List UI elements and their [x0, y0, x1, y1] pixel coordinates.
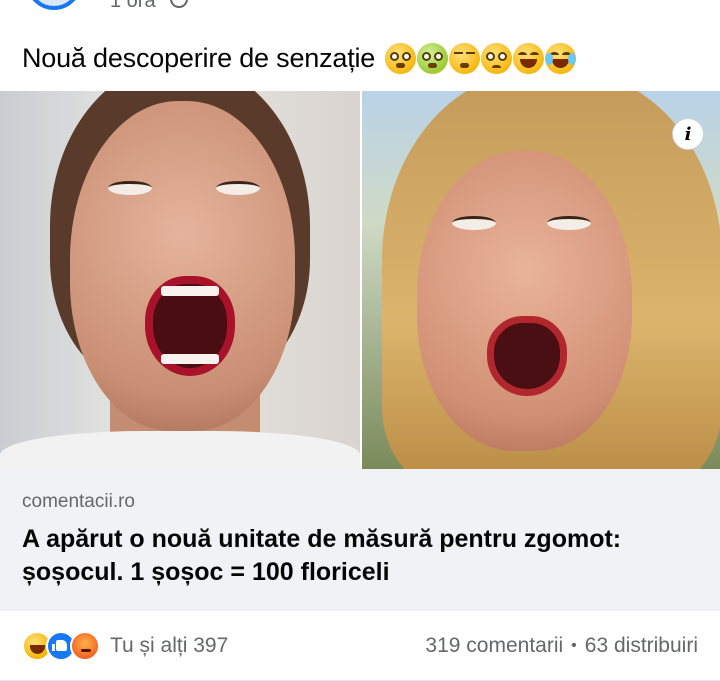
separator-dot: • [571, 636, 577, 654]
caption-text: Nouă descoperire de senzație [22, 42, 376, 73]
reaction-summary[interactable]: Tu și alți 397 [110, 634, 228, 658]
tears-of-joy-face-icon [545, 42, 577, 74]
shares-count[interactable]: 63 distribuiri [585, 634, 698, 658]
facebook-post: 1 oră Nouă descoperire de senzație i com… [0, 0, 720, 681]
link-preview-image[interactable] [0, 91, 720, 469]
post-header-clipped: 1 oră [0, 0, 720, 24]
reaction-icons[interactable] [22, 630, 100, 661]
worried-face-icon [481, 42, 513, 74]
post-footer: Tu și alți 397 319 comentarii • 63 distr… [0, 611, 720, 681]
photo-left-woman-shouting [0, 91, 360, 469]
tired-face-icon [513, 42, 545, 74]
link-title: A apărut o nouă unitate de măsură pentru… [22, 525, 622, 586]
relieved-face-icon [449, 42, 481, 74]
angry-reaction-icon [70, 630, 100, 661]
globe-icon [170, 0, 188, 8]
link-preview[interactable]: comentacii.ro A apărut o nouă unitate de… [0, 469, 720, 611]
post-time[interactable]: 1 oră [110, 0, 156, 13]
engagement-counts: 319 comentarii • 63 distribuiri [425, 634, 698, 658]
flushed-face-icon [385, 42, 417, 74]
post-caption: Nouă descoperire de senzație [22, 38, 577, 78]
info-icon[interactable]: i [672, 118, 704, 150]
comments-count[interactable]: 319 comentarii [425, 634, 563, 658]
link-domain: comentacii.ro [22, 491, 135, 512]
nauseated-face-icon [417, 42, 449, 74]
caption-emojis [385, 42, 577, 74]
photo-right-woman-shouting [362, 91, 720, 469]
page-avatar[interactable] [26, 0, 82, 10]
